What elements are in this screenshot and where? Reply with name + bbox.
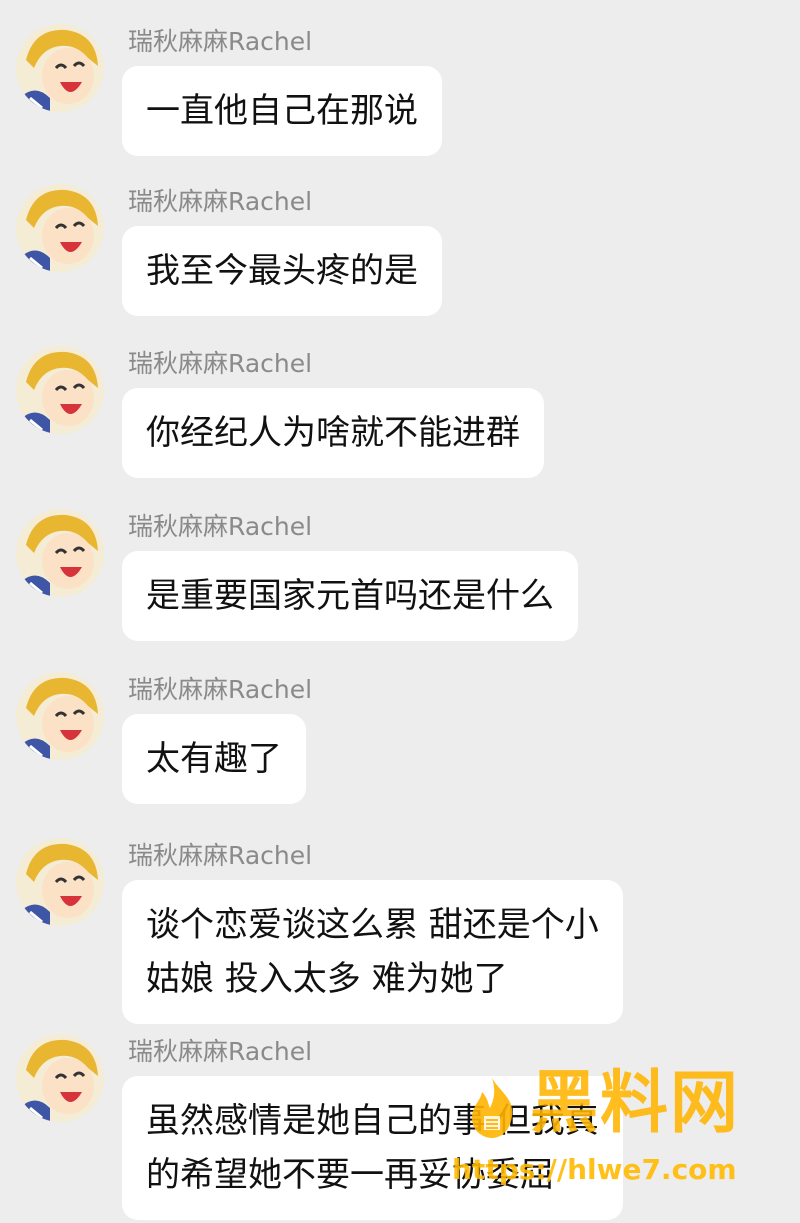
message-bubble[interactable]: 虽然感情是她自己的事 但我真 的希望她不要一再妥协委屈: [122, 1076, 623, 1220]
chat-message-list: 瑞秋麻麻Rachel 一直他自己在那说 瑞秋麻麻Rachel 我至今最头疼的是: [0, 0, 800, 1223]
cartoon-girl-avatar-icon[interactable]: [16, 838, 104, 926]
cartoon-girl-avatar-icon[interactable]: [16, 509, 104, 597]
sender-name: 瑞秋麻麻Rachel: [128, 841, 313, 870]
sender-name: 瑞秋麻麻Rachel: [128, 675, 313, 704]
sender-name: 瑞秋麻麻Rachel: [128, 1037, 313, 1066]
cartoon-girl-avatar-icon[interactable]: [16, 346, 104, 434]
message-text: 我至今最头疼的是: [146, 251, 418, 291]
cartoon-girl-avatar-icon[interactable]: [16, 1034, 104, 1122]
message-text: 是重要国家元首吗还是什么: [146, 576, 554, 616]
message-text: 谈个恋爱谈这么累 甜还是个小 姑娘 投入太多 难为她了: [146, 905, 599, 999]
message-bubble[interactable]: 谈个恋爱谈这么累 甜还是个小 姑娘 投入太多 难为她了: [122, 880, 623, 1024]
message-text: 虽然感情是她自己的事 但我真 的希望她不要一再妥协委屈: [146, 1101, 599, 1195]
sender-name: 瑞秋麻麻Rachel: [128, 349, 313, 378]
message-bubble[interactable]: 我至今最头疼的是: [122, 226, 442, 316]
message-text: 太有趣了: [146, 739, 282, 779]
sender-name: 瑞秋麻麻Rachel: [128, 27, 313, 56]
cartoon-girl-avatar-icon[interactable]: [16, 24, 104, 112]
sender-name: 瑞秋麻麻Rachel: [128, 187, 313, 216]
message-bubble[interactable]: 是重要国家元首吗还是什么: [122, 551, 578, 641]
cartoon-girl-avatar-icon[interactable]: [16, 672, 104, 760]
sender-name: 瑞秋麻麻Rachel: [128, 512, 313, 541]
message-bubble[interactable]: 你经纪人为啥就不能进群: [122, 388, 544, 478]
message-text: 一直他自己在那说: [146, 91, 418, 131]
message-bubble[interactable]: 一直他自己在那说: [122, 66, 442, 156]
cartoon-girl-avatar-icon[interactable]: [16, 184, 104, 272]
message-bubble[interactable]: 太有趣了: [122, 714, 306, 804]
message-text: 你经纪人为啥就不能进群: [146, 413, 520, 453]
